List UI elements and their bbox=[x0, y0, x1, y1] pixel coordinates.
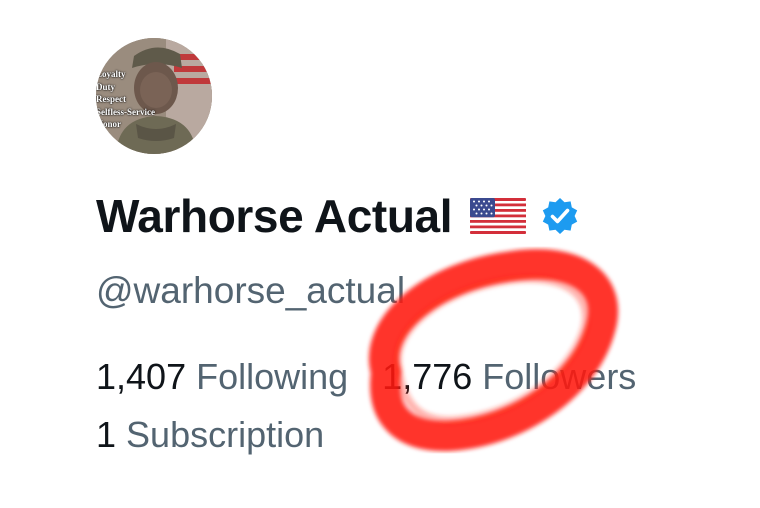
motto-line: Honor bbox=[96, 119, 122, 129]
motto-line: Duty bbox=[96, 81, 116, 92]
followers-label: Followers bbox=[482, 356, 637, 397]
profile-handle: @warhorse_actual bbox=[96, 270, 406, 311]
motto-line: Loyalty bbox=[96, 69, 126, 79]
verified-badge-icon[interactable] bbox=[540, 196, 580, 236]
profile-name-row: Warhorse Actual bbox=[96, 188, 580, 244]
us-flag-icon bbox=[470, 198, 527, 234]
followers-link[interactable]: 1,776 Followers bbox=[382, 354, 636, 400]
follow-stats: 1,407 Following 1,776 Followers bbox=[96, 354, 636, 400]
avatar-motto: Loyalty Duty Respect Selfless-Service Ho… bbox=[96, 68, 212, 131]
subscriptions-label: Subscription bbox=[126, 414, 325, 455]
subscriptions-link[interactable]: 1 Subscription bbox=[96, 412, 324, 458]
profile-avatar[interactable]: Loyalty Duty Respect Selfless-Service Ho… bbox=[96, 38, 212, 154]
following-label: Following bbox=[196, 356, 349, 397]
following-count: 1,407 bbox=[96, 356, 187, 397]
motto-line: Selfless-Service bbox=[96, 106, 155, 117]
following-link[interactable]: 1,407 Following bbox=[96, 354, 348, 400]
display-name: Warhorse Actual bbox=[96, 190, 453, 242]
motto-line: Respect bbox=[96, 94, 126, 104]
subscriptions-count: 1 bbox=[96, 414, 117, 455]
followers-count: 1,776 bbox=[382, 356, 473, 397]
subscriptions-row: 1 Subscription bbox=[96, 412, 324, 458]
